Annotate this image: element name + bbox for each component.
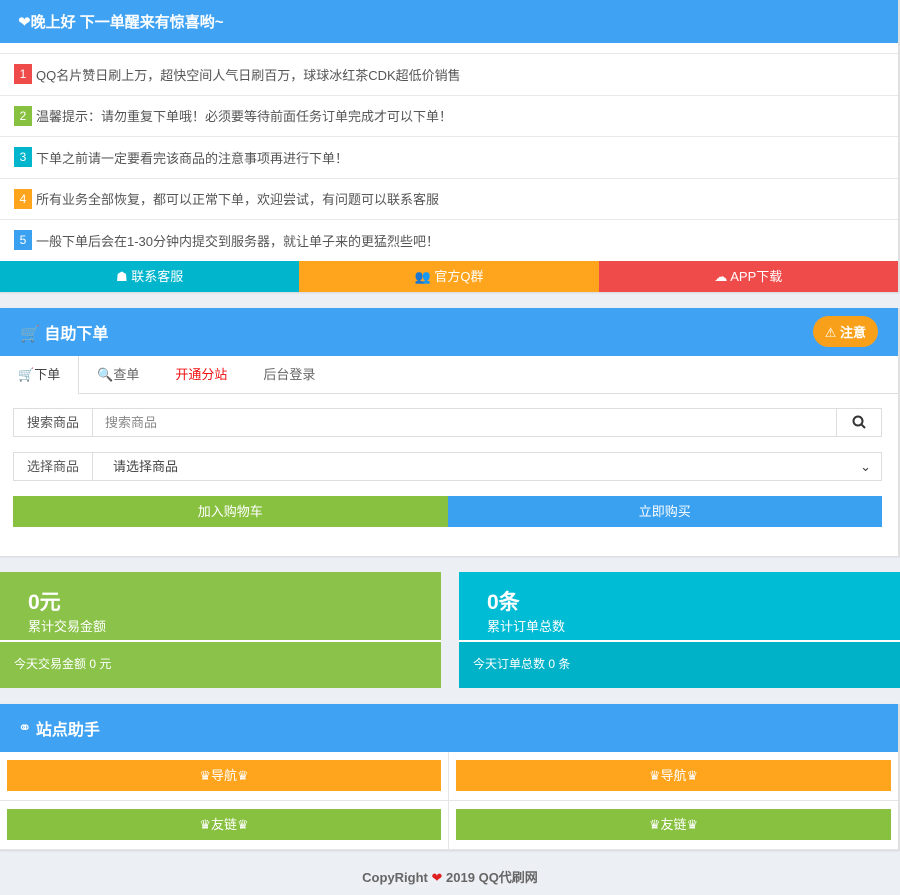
search-label: 搜索商品 — [14, 408, 93, 436]
search-icon: 🔍 — [97, 366, 114, 382]
order-title: 自助下单 — [44, 325, 109, 343]
friend-links-button[interactable]: ♛友链♛ — [456, 808, 891, 840]
add-to-cart-button[interactable]: 加入购物车 — [13, 495, 448, 527]
cloud-download-icon: ☁ — [714, 268, 728, 284]
notice-text: QQ名片赞日刷上万，超快空间人气日刷百万，球球冰红茶CDK超低价销售 — [36, 67, 461, 83]
tab-open-substation[interactable]: 开通分站 — [157, 356, 245, 393]
site-helper-panel: ⚭ 站点助手 ♛导航♛ ♛导航♛ ♛友链♛ ♛友链♛ — [0, 703, 900, 850]
notice-number: 3 — [14, 147, 32, 168]
heart-icon: ❤ — [431, 869, 443, 885]
notice-text: 温馨提示：请勿重复下单哦！必须要等待前面任务订单完成才可以下单！ — [36, 109, 453, 125]
tab-admin-login[interactable]: 后台登录 — [245, 356, 333, 393]
notice-text: 所有业务全部恢复，都可以正常下单，欢迎尝试，有问题可以联系客服 — [36, 192, 440, 208]
notice-text: 一般下单后会在1-30分钟内提交到服务器，就让单子来的更猛烈些吧！ — [36, 233, 440, 249]
greeting-title: ❤晚上好 下一单醒来有惊喜哟~ — [0, 0, 898, 43]
search-icon — [852, 415, 866, 429]
contact-service-button[interactable]: ☗ 联系客服 — [0, 260, 300, 292]
buy-now-button[interactable]: 立即购买 — [447, 495, 882, 527]
app-download-button[interactable]: ☁ APP下载 — [598, 260, 898, 292]
product-select[interactable]: 请选择商品 ⌄ — [93, 453, 881, 480]
notice-item: 5 一般下单后会在1-30分钟内提交到服务器，就让单子来的更猛烈些吧！ — [0, 219, 898, 261]
notice-number: 2 — [14, 105, 32, 126]
cart-icon: 🛒 — [18, 366, 35, 382]
nav-button[interactable]: ♛导航♛ — [7, 759, 441, 791]
cart-icon: 🛒 — [20, 325, 40, 343]
notice-number: 1 — [14, 64, 32, 85]
tab-order[interactable]: 🛒下单 — [0, 355, 80, 394]
notice-item: 4 所有业务全部恢复，都可以正常下单，欢迎尝试，有问题可以联系客服 — [0, 177, 898, 220]
notice-item: 1 QQ名片赞日刷上万，超快空间人气日刷百万，球球冰红茶CDK超低价销售 — [0, 53, 898, 95]
notice-number: 4 — [14, 188, 32, 209]
notice-text: 下单之前请一定要看完该商品的注意事项再进行下单！ — [36, 150, 349, 166]
search-input[interactable]: 搜索商品 — [93, 409, 836, 436]
nav-button[interactable]: ♛导航♛ — [456, 759, 891, 791]
footer: CopyRight ❤ 2019 QQ代刷网 — [362, 869, 538, 885]
notice-number: 5 — [14, 230, 32, 251]
select-label: 选择商品 — [14, 452, 93, 480]
order-panel: 🛒 自助下单 ⚠ 注意 🛒下单 🔍查单 开通分站 后台登录 搜索商品 搜索商品 … — [0, 307, 900, 556]
chevron-down-icon: ⌄ — [860, 458, 871, 474]
tab-query[interactable]: 🔍查单 — [79, 356, 157, 393]
search-button[interactable] — [836, 408, 881, 436]
notice-item: 3 下单之前请一定要看完该商品的注意事项再进行下单！ — [0, 136, 898, 178]
notice-item: 2 温馨提示：请勿重复下单哦！必须要等待前面任务订单完成才可以下单！ — [0, 94, 898, 137]
announcement-panel: ❤晚上好 下一单醒来有惊喜哟~ 1 QQ名片赞日刷上万，超快空间人气日刷百万，球球… — [0, 0, 900, 292]
group-icon: 👥 — [414, 268, 431, 284]
notice-button[interactable]: ⚠ 注意 — [812, 316, 878, 347]
link-icon: ⚭ — [18, 719, 32, 737]
official-qq-group-button[interactable]: 👥 官方Q群 — [299, 260, 599, 292]
total-amount-card: 0元 累计交易金额 今天交易金额 0 元 — [0, 571, 441, 688]
friend-links-button[interactable]: ♛友链♛ — [7, 808, 441, 840]
total-orders-card: 0条 累计订单总数 今天订单总数 0 条 — [459, 571, 900, 688]
